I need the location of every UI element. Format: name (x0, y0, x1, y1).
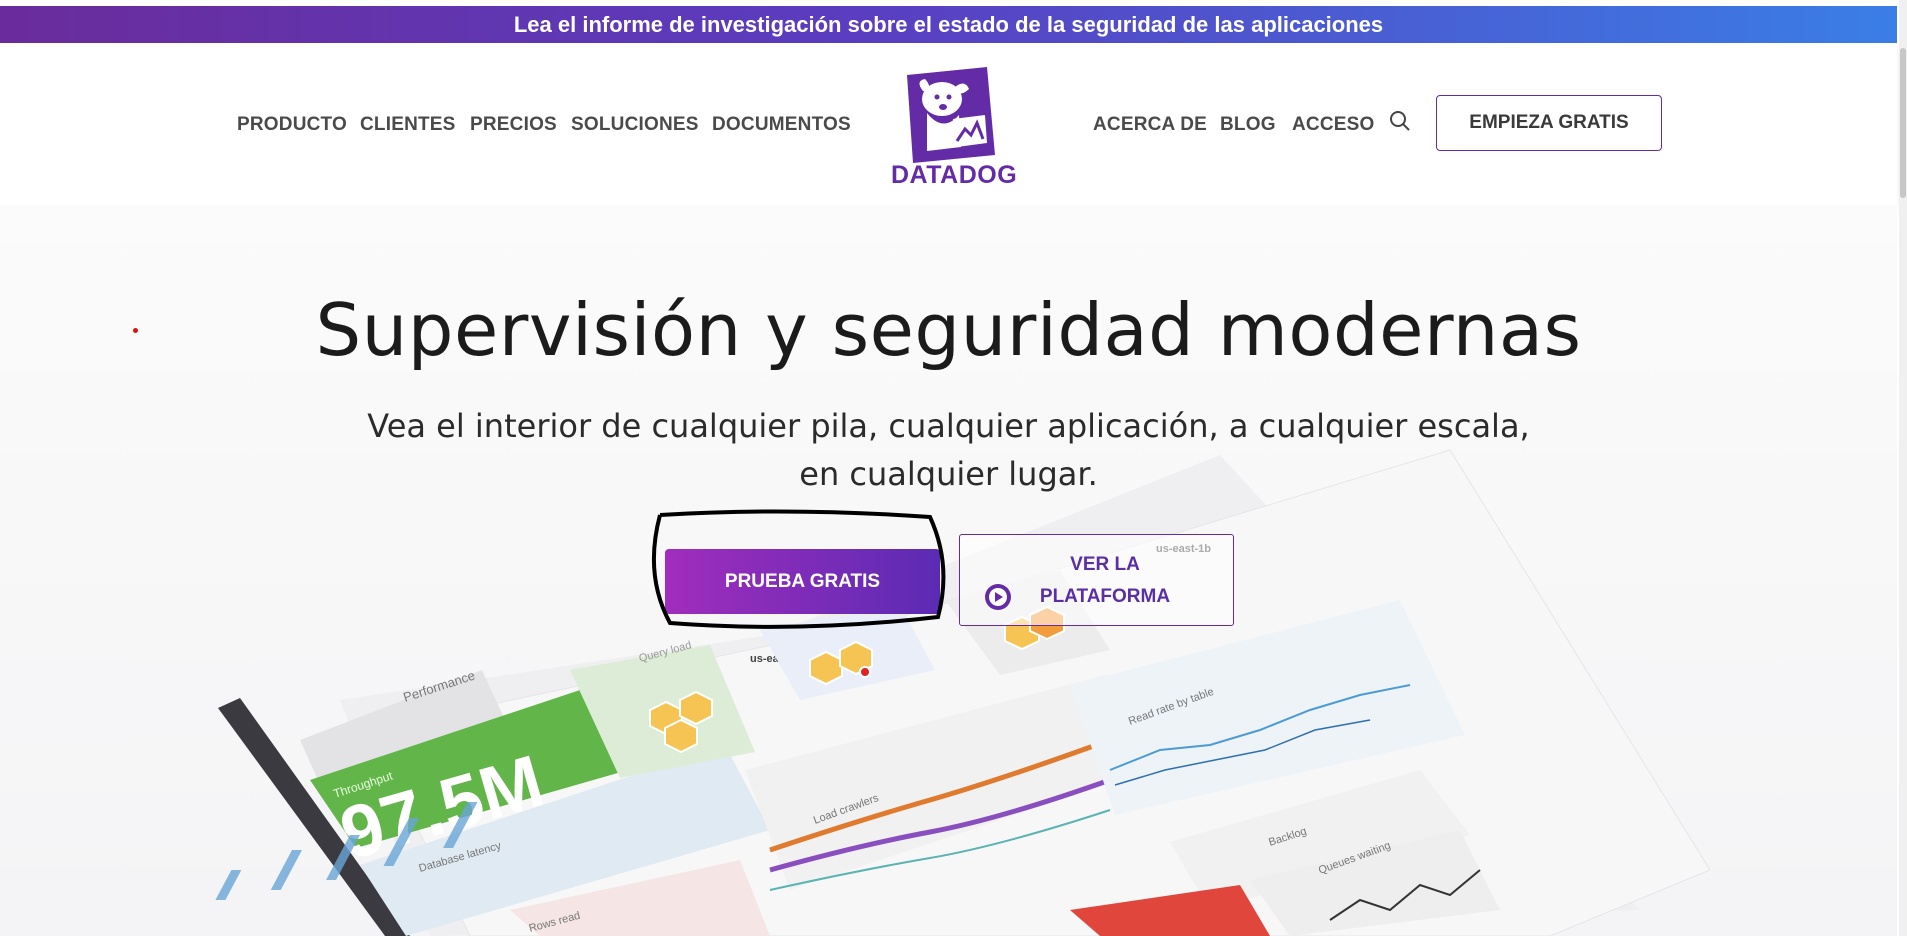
nav-item-clientes[interactable]: CLIENTES (360, 114, 456, 136)
nav-item-producto[interactable]: PRODUCTO (237, 114, 347, 136)
prueba-gratis-button[interactable]: PRUEBA GRATIS (665, 549, 940, 614)
ver-la-plataforma-label: VER LA PLATAFORMA (1039, 554, 1171, 607)
ver-la-plataforma-button[interactable]: VER LA PLATAFORMA (959, 534, 1234, 626)
nav-item-documentos[interactable]: DOCUMENTOS (712, 114, 851, 136)
play-icon (985, 584, 1011, 610)
logo-wordmark[interactable]: DATADOG (891, 161, 1017, 190)
nav-item-precios[interactable]: PRECIOS (470, 114, 557, 136)
promo-banner[interactable]: Lea el informe de investigación sobre el… (0, 6, 1897, 43)
dashboard-illustration: Performance Throughput 97.5M pps Databas… (215, 449, 1710, 936)
search-icon[interactable] (1388, 109, 1412, 133)
promo-banner-text: Lea el informe de investigación sobre el… (513, 11, 1384, 37)
nav-item-blog[interactable]: BLOG (1220, 114, 1276, 136)
prueba-gratis-label: PRUEBA GRATIS (724, 570, 881, 592)
hero-subtitle: Vea el interior de cualquier pila, cualq… (367, 407, 1530, 493)
page-scrollbar[interactable] (1899, 0, 1907, 936)
scrollbar-thumb[interactable] (1900, 48, 1906, 198)
nav-item-soluciones[interactable]: SOLUCIONES (571, 114, 699, 136)
nav-item-acerca-de[interactable]: ACERCA DE (1093, 114, 1207, 136)
nav-item-acceso[interactable]: ACCESO (1292, 114, 1375, 136)
empieza-gratis-button[interactable]: EMPIEZA GRATIS (1436, 95, 1662, 151)
hero-title: Supervisión y seguridad modernas (315, 288, 1582, 372)
